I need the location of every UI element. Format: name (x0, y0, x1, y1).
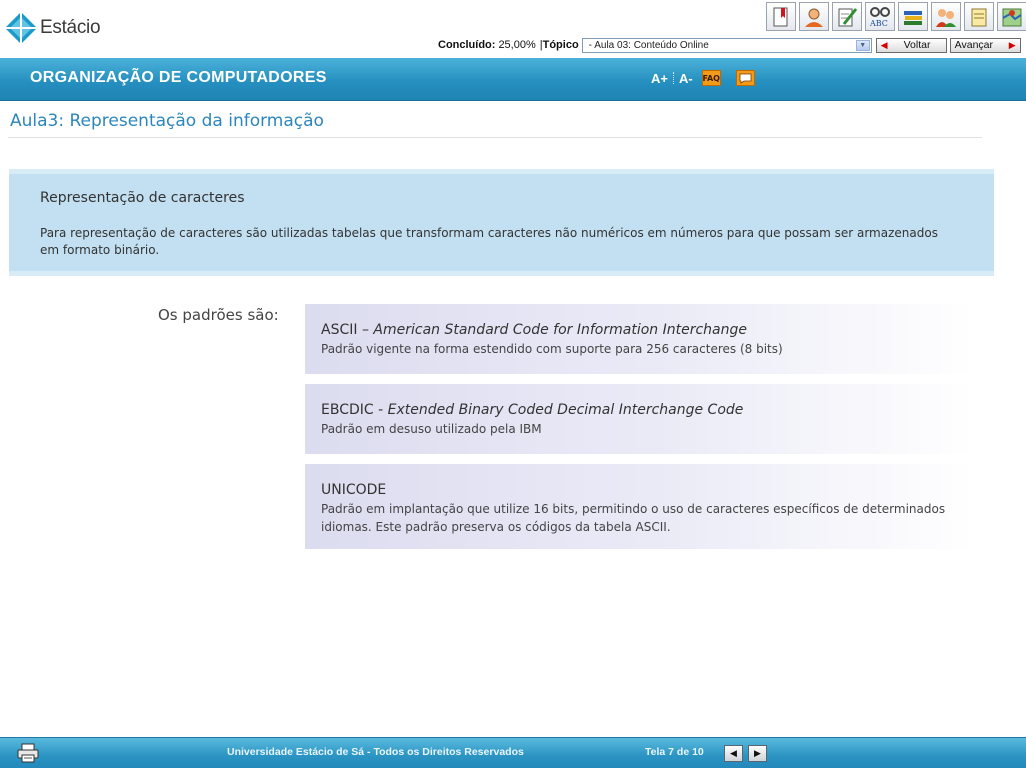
page-title: Aula3: Representação da informação (10, 111, 324, 131)
library-icon[interactable] (898, 2, 928, 31)
standards-label: Os padrões são: (158, 306, 279, 324)
bookmark-icon[interactable] (766, 2, 796, 31)
logo-diamond-icon (4, 11, 38, 45)
course-title: ORGANIZAÇÃO DE COMPUTADORES (30, 69, 327, 86)
standard-card-ebcdic: EBCDIC - Extended Binary Coded Decimal I… (305, 384, 975, 454)
standard-acronym: UNICODE (321, 482, 387, 498)
divider (672, 72, 674, 84)
standard-name: EBCDIC - Extended Binary Coded Decimal I… (321, 402, 743, 418)
font-controls: A+ A- FAQ (651, 70, 755, 86)
footer-bar: Universidade Estácio de Sá - Todos os Di… (0, 737, 1026, 768)
standard-acronym: ASCII (321, 322, 358, 338)
top-header: Estácio ABC Concluído: 25,00% | Tópico -… (0, 0, 1026, 58)
faq-icon[interactable]: FAQ (701, 70, 721, 86)
previous-screen-button[interactable]: ◀ (724, 745, 743, 762)
course-bar: ORGANIZAÇÃO DE COMPUTADORES A+ A- FAQ (0, 58, 1026, 101)
standard-full-name: Extended Binary Coded Decimal Interchang… (387, 402, 744, 418)
font-increase-button[interactable]: A+ (651, 71, 668, 86)
title-divider (8, 137, 982, 138)
back-button[interactable]: ◀ Voltar (875, 37, 947, 53)
standard-name: ASCII – American Standard Code for Infor… (321, 322, 747, 338)
print-icon[interactable] (16, 743, 40, 763)
documents-icon[interactable] (964, 2, 994, 31)
tutor-icon[interactable] (799, 2, 829, 31)
svg-text:ABC: ABC (869, 19, 888, 28)
glossary-icon[interactable]: ABC (865, 2, 895, 31)
standard-separator: – (357, 322, 374, 338)
map-icon[interactable] (997, 2, 1026, 31)
progress-row: Concluído: 25,00% | Tópico - Aula 03: Co… (438, 37, 1021, 53)
forum-icon[interactable] (931, 2, 961, 31)
intro-text: Para representação de caracteres são uti… (40, 226, 938, 257)
copyright-text: Universidade Estácio de Sá - Todos os Di… (227, 746, 524, 758)
intro-box: Representação de caracteres Para represe… (9, 169, 994, 276)
triangle-right-icon: ▶ (754, 748, 761, 759)
tool-icon-bar: ABC (766, 2, 1026, 31)
arrow-left-icon: ◀ (880, 39, 888, 50)
font-decrease-button[interactable]: A- (679, 71, 693, 86)
logo-text: Estácio (40, 17, 101, 38)
standard-separator: - (373, 402, 388, 418)
estacio-logo[interactable]: Estácio (4, 10, 101, 46)
chat-icon[interactable] (735, 70, 755, 86)
screen-counter: Tela 7 de 10 (645, 746, 704, 758)
standard-description: Padrão em implantação que utilize 16 bit… (321, 502, 946, 534)
arrow-right-icon: ▶ (1008, 39, 1016, 50)
standard-name: UNICODE (321, 482, 386, 498)
standard-card-unicode: UNICODE Padrão em implantação que utiliz… (305, 464, 975, 549)
topic-select[interactable]: - Aula 03: Conteúdo Online ▼ (581, 37, 872, 53)
progress-value: 25,00% (498, 39, 536, 51)
standard-full-name: American Standard Code for Information I… (373, 322, 747, 338)
forward-button[interactable]: Avançar ▶ (949, 37, 1021, 53)
standard-description: Padrão em desuso utilizado pela IBM (321, 422, 542, 436)
triangle-left-icon: ◀ (730, 748, 737, 759)
intro-heading: Representação de caracteres (40, 190, 245, 206)
progress-label: Concluído: (438, 39, 496, 51)
topic-selected-value: - Aula 03: Conteúdo Online (588, 39, 709, 51)
back-label: Voltar (903, 39, 931, 51)
topic-label: Tópico (542, 39, 579, 51)
next-screen-button[interactable]: ▶ (748, 745, 767, 762)
notes-icon[interactable] (832, 2, 862, 31)
standard-card-ascii: ASCII – American Standard Code for Infor… (305, 304, 975, 374)
standard-description: Padrão vigente na forma estendido com su… (321, 342, 783, 356)
standard-acronym: EBCDIC (321, 402, 374, 418)
chevron-down-icon[interactable]: ▼ (855, 39, 870, 51)
forward-label: Avançar (954, 39, 994, 51)
